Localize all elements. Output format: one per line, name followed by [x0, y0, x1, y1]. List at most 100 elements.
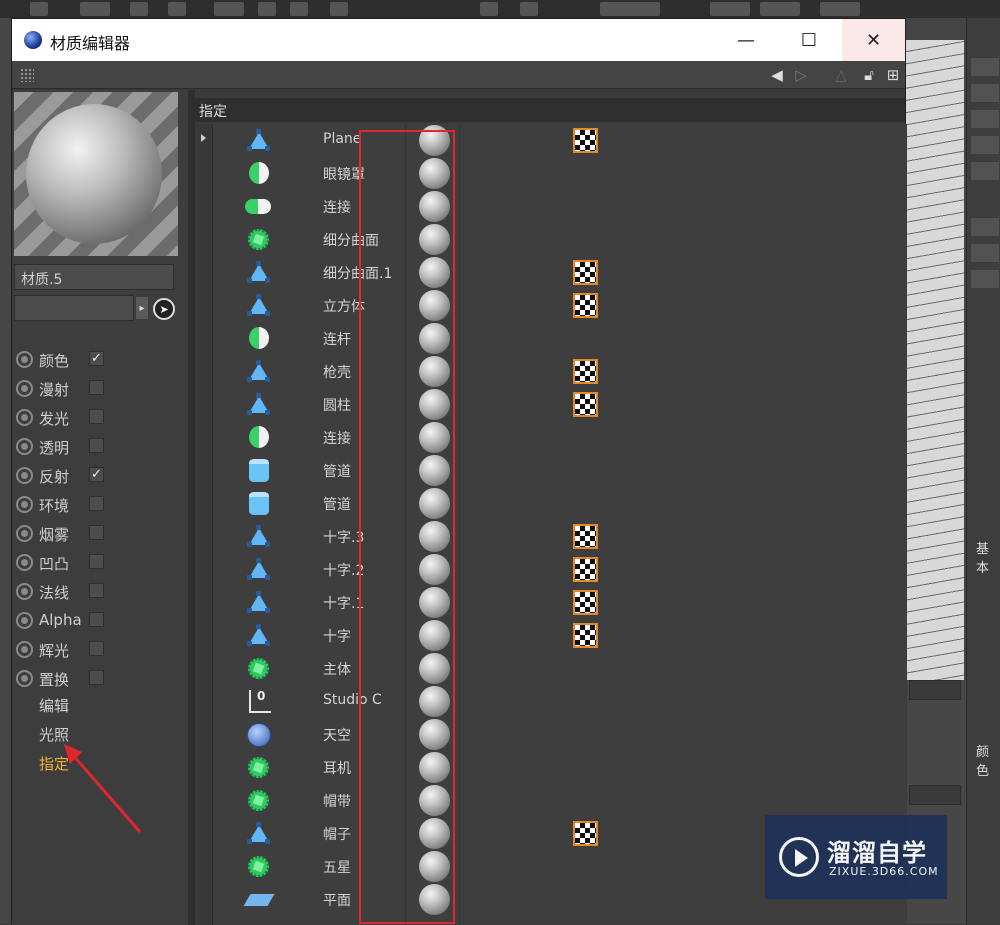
uvw-tag-icon[interactable]	[573, 524, 598, 549]
list-item[interactable]: Plane	[213, 123, 907, 158]
object-row[interactable]	[971, 58, 999, 76]
panel-divider[interactable]	[188, 90, 195, 925]
channel-checkbox[interactable]	[89, 525, 104, 540]
radio-icon[interactable]	[16, 525, 33, 542]
nav-illumination[interactable]: 光照	[39, 724, 69, 745]
forward-arrow-icon[interactable]: ▷	[792, 66, 810, 84]
material-name-field[interactable]: 材质.5	[14, 264, 174, 290]
material-tag-icon[interactable]	[417, 486, 452, 521]
link-arrow-button[interactable]: ▸	[136, 297, 148, 319]
channel-checkbox[interactable]: ✓	[89, 351, 104, 366]
material-tag-icon[interactable]	[417, 189, 452, 224]
title-bar[interactable]: 材质编辑器 — ☐ ✕	[12, 19, 905, 61]
close-button[interactable]: ✕	[842, 19, 905, 61]
channel-luminance[interactable]: 发光	[14, 405, 184, 429]
list-item[interactable]: 管道	[213, 453, 907, 488]
lock-icon[interactable]: 🔓︎	[860, 66, 878, 84]
material-tag-icon[interactable]	[417, 552, 452, 587]
uvw-tag-icon[interactable]	[573, 557, 598, 582]
list-item[interactable]: 连杆	[213, 321, 907, 356]
list-item[interactable]: 十字.3	[213, 519, 907, 554]
radio-icon[interactable]	[16, 641, 33, 658]
radio-icon[interactable]	[16, 409, 33, 426]
material-tag-icon[interactable]	[417, 849, 452, 884]
list-item[interactable]: 十字.2	[213, 552, 907, 587]
uvw-tag-icon[interactable]	[573, 821, 598, 846]
background-tab-basic[interactable]: 基本	[976, 538, 1000, 576]
list-item[interactable]: 细分曲面.1	[213, 255, 907, 290]
material-tag-icon[interactable]	[417, 354, 452, 389]
list-item[interactable]: 细分曲面	[213, 222, 907, 257]
channel-environment[interactable]: 环境	[14, 492, 184, 516]
list-item[interactable]: 天空	[213, 717, 907, 752]
material-tag-icon[interactable]	[417, 288, 452, 323]
radio-icon[interactable]	[16, 467, 33, 484]
channel-checkbox[interactable]	[89, 496, 104, 511]
channel-displacement[interactable]: 置换	[14, 666, 184, 690]
material-tag-icon[interactable]	[417, 618, 452, 653]
channel-checkbox[interactable]: ✓	[89, 467, 104, 482]
channel-checkbox[interactable]	[89, 612, 104, 627]
radio-icon[interactable]	[16, 438, 33, 455]
object-row[interactable]	[971, 270, 999, 288]
material-tag-icon[interactable]	[417, 222, 452, 257]
channel-checkbox[interactable]	[89, 409, 104, 424]
list-item[interactable]: 耳机	[213, 750, 907, 785]
channel-transparency[interactable]: 透明	[14, 434, 184, 458]
channel-checkbox[interactable]	[89, 583, 104, 598]
back-arrow-icon[interactable]: ◀	[768, 66, 786, 84]
material-tag-icon[interactable]	[417, 882, 452, 917]
background-field[interactable]	[909, 785, 961, 805]
object-row[interactable]	[971, 136, 999, 154]
material-tag-icon[interactable]	[417, 255, 452, 290]
up-arrow-icon[interactable]: △	[832, 66, 850, 84]
new-panel-icon[interactable]: ⊞	[884, 66, 902, 84]
channel-checkbox[interactable]	[89, 380, 104, 395]
list-item[interactable]: 主体	[213, 651, 907, 686]
nav-editor[interactable]: 编辑	[39, 695, 69, 716]
channel-reflectance[interactable]: 反射 ✓	[14, 463, 184, 487]
expand-arrow-icon[interactable]	[201, 134, 206, 142]
uvw-tag-icon[interactable]	[573, 392, 598, 417]
channel-diffusion[interactable]: 漫射	[14, 376, 184, 400]
channel-normal[interactable]: 法线	[14, 579, 184, 603]
material-tag-icon[interactable]	[417, 420, 452, 455]
radio-icon[interactable]	[16, 670, 33, 687]
object-row[interactable]	[971, 110, 999, 128]
material-tag-icon[interactable]	[417, 123, 452, 158]
material-tag-icon[interactable]	[417, 651, 452, 686]
uvw-tag-icon[interactable]	[573, 359, 598, 384]
object-row[interactable]	[971, 218, 999, 236]
material-tag-icon[interactable]	[417, 783, 452, 818]
list-item[interactable]: 管道	[213, 486, 907, 521]
radio-icon[interactable]	[16, 554, 33, 571]
material-tag-icon[interactable]	[417, 585, 452, 620]
maximize-button[interactable]: ☐	[786, 19, 832, 61]
list-item[interactable]: 枪壳	[213, 354, 907, 389]
material-preview[interactable]	[14, 92, 178, 256]
nav-assign[interactable]: 指定	[39, 753, 69, 774]
material-tag-icon[interactable]	[417, 387, 452, 422]
material-tag-icon[interactable]	[417, 453, 452, 488]
channel-fog[interactable]: 烟雾	[14, 521, 184, 545]
uvw-tag-icon[interactable]	[573, 128, 598, 153]
list-item[interactable]: 圆柱	[213, 387, 907, 422]
material-tag-icon[interactable]	[417, 156, 452, 191]
material-tag-icon[interactable]	[417, 519, 452, 554]
list-item[interactable]: 十字	[213, 618, 907, 653]
channel-color[interactable]: 颜色 ✓	[14, 347, 184, 371]
grip-icon[interactable]	[20, 68, 34, 82]
list-item[interactable]: 立方体	[213, 288, 907, 323]
minimize-button[interactable]: —	[723, 19, 769, 61]
object-row[interactable]	[971, 244, 999, 262]
object-row[interactable]	[971, 84, 999, 102]
list-item[interactable]: 眼镜罩	[213, 156, 907, 191]
background-viewport[interactable]	[906, 40, 964, 680]
material-tag-icon[interactable]	[417, 816, 452, 851]
radio-icon[interactable]	[16, 380, 33, 397]
list-item[interactable]: 连接	[213, 189, 907, 224]
pick-cursor-icon[interactable]: ➤	[153, 298, 175, 320]
material-tag-icon[interactable]	[417, 321, 452, 356]
channel-checkbox[interactable]	[89, 438, 104, 453]
material-tag-icon[interactable]	[417, 717, 452, 752]
